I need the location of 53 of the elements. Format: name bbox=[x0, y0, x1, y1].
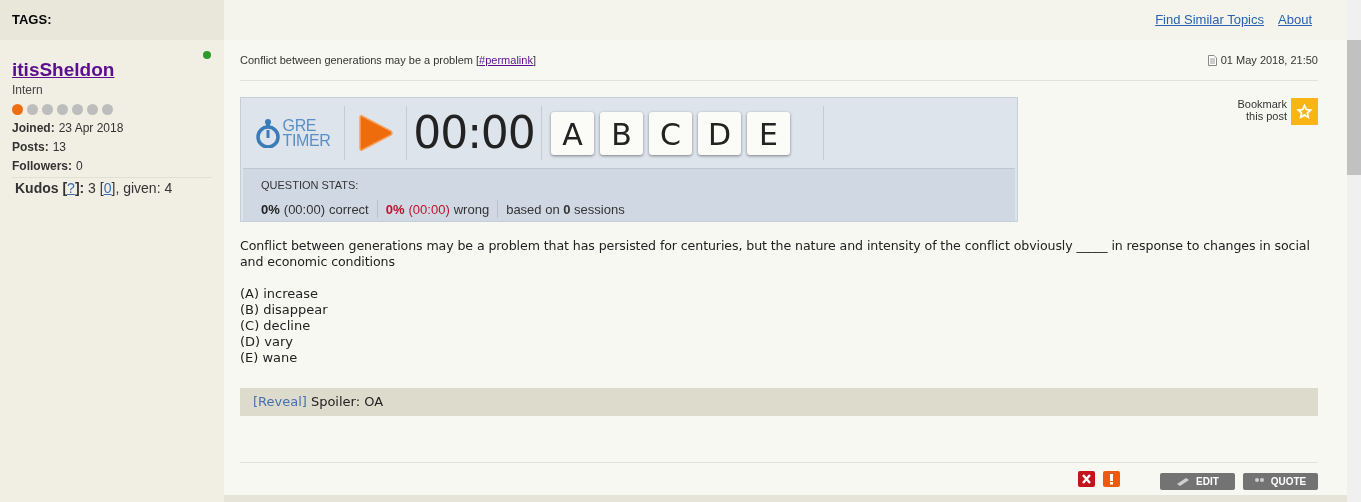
stat-label: Joined: bbox=[12, 120, 55, 137]
stat-percent: 0% bbox=[385, 200, 405, 219]
top-link[interactable]: About bbox=[1278, 10, 1312, 30]
answer-choice-button[interactable]: D bbox=[698, 111, 741, 155]
link[interactable]: #permalink bbox=[479, 53, 533, 66]
answer-option: (D) vary bbox=[240, 334, 1318, 350]
scrollbar[interactable] bbox=[1347, 0, 1361, 502]
answer-option: (A) increase bbox=[240, 286, 1318, 302]
stat-time: (00:00) bbox=[283, 200, 325, 219]
stopwatch-icon bbox=[254, 118, 281, 148]
quote-icon bbox=[1254, 477, 1265, 485]
link[interactable]: ? bbox=[67, 180, 75, 196]
timer-display: 00:00 bbox=[413, 106, 535, 160]
stat-value: 0 bbox=[76, 158, 83, 175]
stat-label: wrong bbox=[453, 200, 490, 219]
kudos-stat: Kudos [?]: 3 [0], given: 4 bbox=[12, 177, 212, 198]
stats-title: QUESTION STATS: bbox=[261, 178, 360, 193]
sessions-text: based on 0 sessions bbox=[505, 200, 625, 219]
stat-value: 13 bbox=[52, 139, 67, 156]
stat-percent: 0% bbox=[261, 200, 280, 219]
stat-label: correct bbox=[329, 200, 369, 219]
play-button[interactable] bbox=[357, 113, 394, 153]
post-title: Conflict between generations may be a problem [#permalink] bbox=[240, 52, 536, 68]
answer-choice-button[interactable]: B bbox=[600, 111, 643, 155]
answer-option: (B) disappear bbox=[240, 302, 1318, 318]
username-link[interactable]: itisSheldon bbox=[12, 58, 115, 82]
post-date: 01 May 2018, 21:50 bbox=[1220, 52, 1318, 68]
answer-option: (E) wane bbox=[240, 350, 1318, 366]
bookmark-label: Bookmark this post bbox=[1236, 98, 1287, 122]
reveal-link[interactable]: [Reveal] bbox=[253, 392, 307, 412]
stat-label: Followers: bbox=[12, 158, 72, 175]
report-icon[interactable] bbox=[1103, 471, 1120, 487]
answer-choice-button[interactable]: E bbox=[747, 111, 790, 155]
star-icon bbox=[1295, 102, 1314, 121]
stat-time: (00:00) bbox=[408, 200, 450, 219]
spoiler-label: Spoiler: OA bbox=[310, 393, 384, 412]
quote-button[interactable]: QUOTE bbox=[1243, 472, 1318, 490]
answer-choice-button[interactable]: C bbox=[649, 111, 692, 155]
bookmark-button[interactable] bbox=[1291, 98, 1318, 125]
logo-text: GRE bbox=[282, 118, 318, 133]
question-text: Conflict between generations may be a problem that has persisted for centuries, but the nature and intensity of the conflict obviously _____ in response to changes in social and economic conditions bbox=[240, 238, 1311, 270]
delete-icon[interactable] bbox=[1078, 471, 1095, 487]
user-rank: Intern bbox=[12, 82, 44, 98]
logo-text: TIMER bbox=[282, 133, 331, 148]
top-link[interactable]: Find Similar Topics bbox=[1155, 10, 1264, 30]
tags-label: TAGS: bbox=[12, 11, 52, 30]
document-icon bbox=[1207, 54, 1217, 66]
stat-label: Posts: bbox=[12, 139, 49, 156]
pencil-icon bbox=[1176, 476, 1191, 486]
stat-value: 23 Apr 2018 bbox=[58, 120, 124, 137]
answer-option: (C) decline bbox=[240, 318, 1318, 334]
answer-choice-button[interactable]: A bbox=[551, 111, 594, 155]
edit-button[interactable]: EDIT bbox=[1160, 472, 1235, 490]
